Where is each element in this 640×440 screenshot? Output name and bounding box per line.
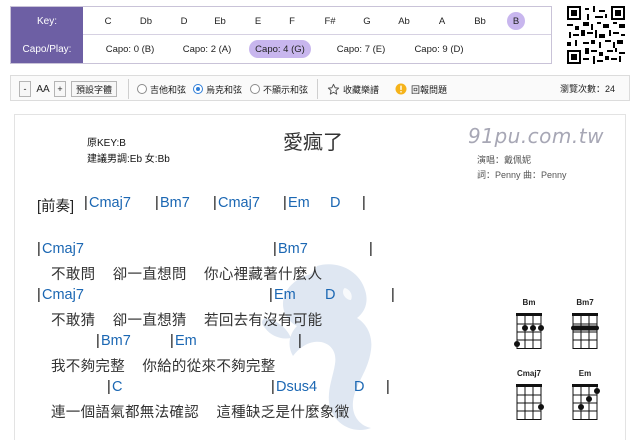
bar-line: | [391, 287, 395, 303]
bar-line: | [96, 333, 100, 349]
font-larger-button[interactable]: + [54, 81, 66, 97]
toolbar: - AA + 預設字體 吉他和弦 烏克和弦 不顯示和弦 收藏樂譜 回報問題 瀏覽… [10, 75, 630, 101]
bar-line: | [107, 379, 111, 395]
key-option-d[interactable]: D [177, 12, 191, 30]
chord[interactable]: Bm7 [101, 333, 131, 349]
chord-diagram-bm7[interactable] [569, 311, 601, 351]
capo-option-9[interactable]: Capo: 9 (D) [406, 40, 472, 58]
lyric-line: 不敢猜 卻一直想猜 若回去有沒有可能 [51, 313, 323, 329]
key-label: Key: [11, 7, 83, 35]
chord[interactable]: Dsus4 [276, 379, 317, 395]
intro-label: [前奏] [37, 199, 75, 215]
chord[interactable]: D [325, 287, 335, 303]
key-option-fsharp[interactable]: F# [321, 12, 339, 30]
radio-dot [137, 84, 147, 94]
song-title: 愛瘋了 [283, 132, 343, 154]
chord-diagram-name: Bm [522, 298, 536, 307]
key-option-a[interactable]: A [435, 12, 449, 30]
radio-dot-selected [193, 84, 203, 94]
bar-line: | [213, 195, 217, 211]
bar-line: | [84, 195, 88, 211]
key-option-e[interactable]: E [251, 12, 265, 30]
star-icon [327, 83, 340, 95]
bar-line: | [155, 195, 159, 211]
chord[interactable]: Em [288, 195, 310, 211]
toolbar-divider [128, 79, 129, 99]
capo-option-0[interactable]: Capo: 0 (B) [97, 40, 163, 58]
chord[interactable]: C [112, 379, 122, 395]
chord-diagram-em[interactable] [569, 382, 601, 422]
capo-label: Capo/Play: [11, 35, 83, 63]
chord-diagram-name: Em [578, 369, 592, 378]
bar-line: | [298, 333, 302, 349]
radio-guitar-label: 吉他和弦 [150, 84, 187, 95]
font-size-label: AA [36, 83, 50, 95]
original-key: 原KEY:B [87, 138, 126, 149]
radio-guitar-chords[interactable]: 吉他和弦 [137, 82, 186, 96]
toolbar-divider [317, 79, 318, 99]
key-option-g[interactable]: G [360, 12, 374, 30]
chord[interactable]: D [354, 379, 364, 395]
qr-code [567, 6, 625, 64]
chord-diagram-name: Cmaj7 [516, 369, 541, 378]
chord[interactable]: D [330, 195, 340, 211]
bar-line: | [170, 333, 174, 349]
capo-row: Capo/Play: Capo: 0 (B) Capo: 2 (A) Capo:… [11, 35, 551, 63]
bar-line: | [386, 379, 390, 395]
chord-diagram-name: Bm7 [576, 298, 594, 307]
bar-line: | [271, 379, 275, 395]
chord[interactable]: Cmaj7 [42, 287, 84, 303]
key-option-db[interactable]: Db [137, 12, 155, 30]
chord-diagram-bm[interactable] [513, 311, 545, 351]
report-label: 回報問題 [411, 84, 448, 95]
bar-line: | [362, 195, 366, 211]
chord[interactable]: Bm7 [160, 195, 190, 211]
site-brand: 91pu.com.tw [468, 124, 604, 148]
key-option-ab[interactable]: Ab [395, 12, 413, 30]
radio-hide-label: 不顯示和弦 [263, 84, 309, 95]
chord[interactable]: Bm7 [278, 241, 308, 257]
chord[interactable]: Em [175, 333, 197, 349]
suggested-key: 建議男調:Eb 女:Bb [87, 154, 170, 165]
writer-credit: 詞：Penny 曲：Penny [477, 170, 567, 180]
chord[interactable]: Cmaj7 [89, 195, 131, 211]
key-option-c[interactable]: C [101, 12, 115, 30]
capo-option-4-selected[interactable]: Capo: 4 (G) [249, 40, 311, 58]
warning-icon [395, 83, 407, 95]
lyric-line: 連一個語氣都無法確認 這種缺乏是什麼象徵 [51, 405, 350, 421]
report-link[interactable]: 回報問題 [395, 82, 447, 96]
singer-credit: 演唱：戴佩妮 [477, 155, 532, 165]
bar-line: | [273, 241, 277, 257]
capo-option-7[interactable]: Capo: 7 (E) [328, 40, 394, 58]
font-smaller-button[interactable]: - [19, 81, 31, 97]
radio-ukulele-chords[interactable]: 烏克和弦 [193, 82, 242, 96]
key-option-bb[interactable]: Bb [471, 12, 489, 30]
lyric-line: 不敢問 卻一直想問 你心裡藏著什麼人 [51, 267, 323, 283]
view-count: 瀏覽次數：24 [559, 84, 615, 94]
bar-line: | [269, 287, 273, 303]
key-option-eb[interactable]: Eb [212, 12, 228, 30]
capo-option-2[interactable]: Capo: 2 (A) [174, 40, 240, 58]
chord[interactable]: Cmaj7 [218, 195, 260, 211]
radio-dot [250, 84, 260, 94]
bar-line: | [369, 241, 373, 257]
favorite-link[interactable]: 收藏樂譜 [327, 82, 379, 96]
favorite-label: 收藏樂譜 [343, 84, 380, 95]
key-capo-table: Key: C Db D Eb E F F# G Ab A Bb B Capo/P… [10, 6, 552, 64]
key-option-b-selected[interactable]: B [507, 12, 525, 30]
chord[interactable]: Em [274, 287, 296, 303]
bar-line: | [283, 195, 287, 211]
lyric-line: 我不夠完整 你給的從來不夠完整 [51, 359, 276, 375]
chord-diagram-cmaj7[interactable] [513, 382, 545, 422]
bar-line: | [37, 287, 41, 303]
chord[interactable]: Cmaj7 [42, 241, 84, 257]
radio-hide-chords[interactable]: 不顯示和弦 [250, 82, 308, 96]
default-font-button[interactable]: 預設字體 [71, 81, 117, 97]
key-option-f[interactable]: F [285, 12, 299, 30]
bar-line: | [37, 241, 41, 257]
radio-ukulele-label: 烏克和弦 [206, 84, 243, 95]
key-row: Key: C Db D Eb E F F# G Ab A Bb B [11, 7, 551, 35]
